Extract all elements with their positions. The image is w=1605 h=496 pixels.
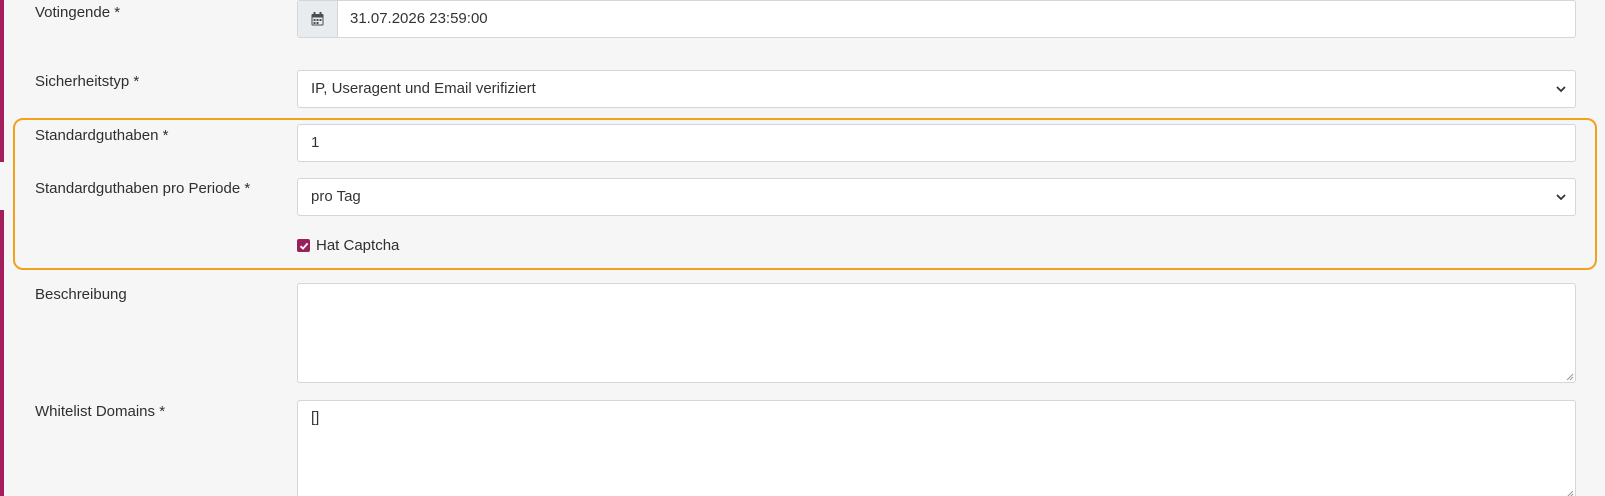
form-page: Votingende * 31.07.2026 23:59:00 Sicherh… <box>0 0 1605 496</box>
resize-grip-icon[interactable] <box>1564 371 1574 381</box>
left-accent-bar <box>0 0 4 162</box>
whitelist-value: [] <box>311 409 320 426</box>
checkmark-icon <box>299 242 308 250</box>
whitelist-textarea[interactable]: [] <box>297 400 1576 496</box>
standardguthaben-periode-label: Standardguthaben pro Periode * <box>35 180 251 197</box>
standardguthaben-periode-select[interactable]: pro Tag <box>297 178 1576 216</box>
calendar-icon[interactable] <box>298 1 338 37</box>
chevron-down-icon <box>1556 194 1566 201</box>
standardguthaben-label: Standardguthaben * <box>35 127 169 144</box>
votingende-label: Votingende * <box>35 4 121 21</box>
beschreibung-textarea[interactable] <box>297 283 1576 383</box>
whitelist-label: Whitelist Domains * <box>35 403 166 420</box>
chevron-down-icon <box>1556 86 1566 93</box>
standardguthaben-input[interactable]: 1 <box>297 124 1576 162</box>
sicherheitstyp-select[interactable]: IP, Useragent und Email verifiziert <box>297 70 1576 108</box>
captcha-row: Hat Captcha <box>297 237 399 254</box>
resize-grip-icon[interactable] <box>1564 488 1574 496</box>
votingende-value[interactable]: 31.07.2026 23:59:00 <box>338 1 488 37</box>
sicherheitstyp-selected: IP, Useragent und Email verifiziert <box>311 80 536 97</box>
votingende-field[interactable]: 31.07.2026 23:59:00 <box>297 0 1576 38</box>
left-accent-bar <box>0 210 4 496</box>
sicherheitstyp-label: Sicherheitstyp * <box>35 73 140 90</box>
beschreibung-label: Beschreibung <box>35 286 127 303</box>
captcha-checkbox[interactable] <box>297 239 310 252</box>
standardguthaben-periode-selected: pro Tag <box>311 188 361 205</box>
captcha-label[interactable]: Hat Captcha <box>316 237 399 254</box>
